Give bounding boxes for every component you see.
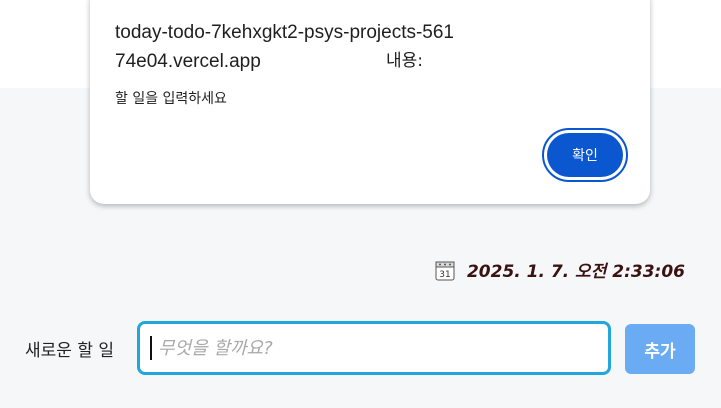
text-caret <box>150 336 152 360</box>
alert-dialog: today-todo-7kehxgkt2-psys-projects-56174… <box>90 0 650 204</box>
calendar-day: 31 <box>439 270 450 280</box>
ok-button-label: 확인 <box>547 133 623 177</box>
todo-label: 새로운 할 일 <box>25 341 115 361</box>
todo-input[interactable] <box>137 321 611 375</box>
datetime-text: 2025. 1. 7. 오전 2:33:06 <box>466 262 685 282</box>
dialog-message: 할 일을 입력하세요 <box>115 91 227 107</box>
todo-form: 새로운 할 일 추가 <box>25 321 695 375</box>
current-datetime: 31 2025. 1. 7. 오전 2:33:06 <box>435 257 685 282</box>
ok-button[interactable]: 확인 <box>542 128 628 182</box>
calendar-icon: 31 <box>435 259 455 281</box>
dialog-title-suffix: 내용: <box>386 51 424 71</box>
add-button[interactable]: 추가 <box>625 324 695 374</box>
